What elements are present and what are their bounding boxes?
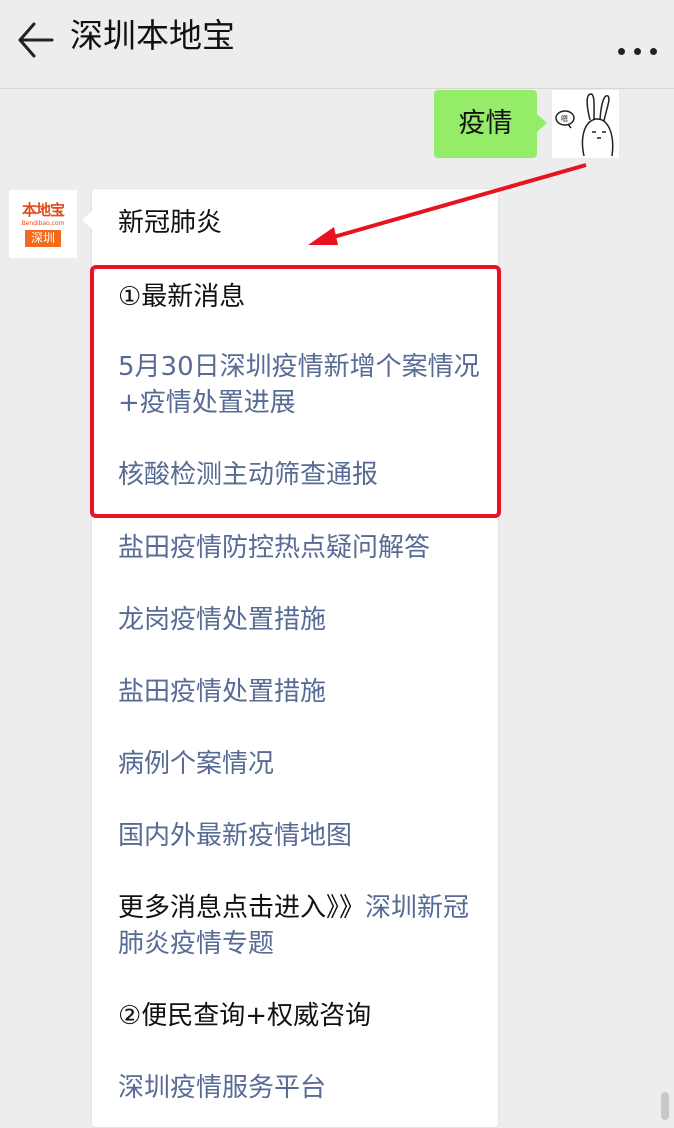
more-news-prefix: 更多消息点击进入》》 (118, 893, 366, 923)
avatar-brand: 本地宝 (21, 201, 65, 219)
link-epidemic-map[interactable]: 国内外最新疫情地图 (118, 818, 352, 854)
more-button[interactable] (612, 40, 660, 64)
user-avatar[interactable]: 嗯 (552, 90, 619, 158)
user-message-bubble[interactable]: 疫情 (434, 90, 547, 158)
more-dot (650, 48, 657, 55)
message-heading: 新冠肺炎 (118, 208, 223, 238)
chat-title: 深圳本地宝 (70, 16, 235, 55)
back-button[interactable] (14, 18, 58, 62)
more-dot (634, 48, 641, 55)
bot-avatar[interactable]: 本地宝 Bendibao.com 深圳 (9, 190, 77, 258)
avatar-city: 深圳 (25, 230, 61, 247)
link-yantian-faq[interactable]: 盐田疫情防控热点疑问解答 (118, 530, 430, 566)
scrollbar[interactable] (661, 1092, 669, 1120)
more-news-line: 更多消息点击进入》》深圳新冠肺炎疫情专题 (118, 890, 490, 962)
arrow-left-icon (18, 22, 54, 58)
avatar-url: Bendibao.com (21, 220, 65, 227)
rabbit-avatar-icon: 嗯 (555, 93, 614, 157)
red-highlight-box (90, 265, 501, 518)
link-case-details[interactable]: 病例个案情况 (118, 746, 274, 782)
more-horizontal-icon (618, 48, 625, 55)
link-longgang-measures[interactable]: 龙岗疫情处置措施 (118, 602, 326, 638)
top-bar: 深圳本地宝 (0, 0, 674, 89)
link-yantian-measures[interactable]: 盐田疫情处置措施 (118, 674, 326, 710)
section-services: ②便民查询+权威咨询 (118, 1001, 372, 1031)
link-service-platform[interactable]: 深圳疫情服务平台 (118, 1070, 326, 1106)
svg-text:嗯: 嗯 (561, 115, 568, 123)
